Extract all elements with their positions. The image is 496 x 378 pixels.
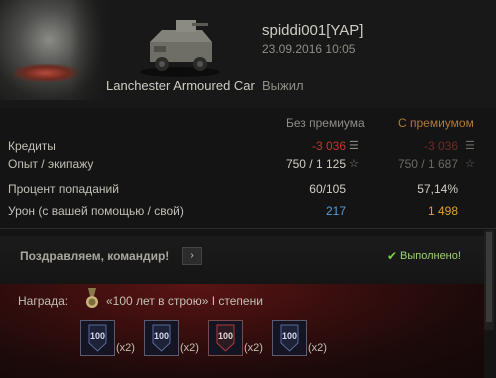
credits-premium: -3 036 (423, 139, 458, 153)
checkmark-icon: ✔ (387, 249, 398, 263)
hits-no-premium: 60/105 (309, 182, 346, 196)
scrollbar[interactable] (484, 230, 494, 330)
map-fade (70, 0, 110, 100)
stat-label: Урон (с вашей помощью / свой) (8, 204, 184, 218)
stats-row-credits: Кредиты -3 036 ☰ -3 036 ☰ (0, 136, 496, 154)
player-name: spiddi001[YAP] (262, 22, 364, 39)
reward-badge[interactable]: 100 (272, 320, 307, 356)
map-thumbnail (0, 0, 110, 100)
badge-text: 100 (218, 331, 233, 341)
column-premium: С премиумом (398, 116, 474, 130)
mission-panel: Поздравляем, командир! › ✔ Выполнено! (0, 236, 484, 284)
badge-text: 100 (90, 331, 105, 341)
badge-text: 100 (154, 331, 169, 341)
stats-row-damage: Урон (с вашей помощью / свой) 217 1 498 (0, 201, 496, 219)
reward-name: «100 лет в строю» I степени (106, 294, 263, 308)
reward-panel: Награда: «100 лет в строю» I степени 100… (0, 284, 484, 378)
badge-multiplier: (x2) (180, 342, 199, 354)
stat-label: Процент попаданий (8, 182, 119, 196)
badge-multiplier: (x2) (244, 342, 263, 354)
mission-title: Поздравляем, командир! (20, 249, 170, 263)
tank-icon (140, 20, 220, 77)
stats-row-experience: Опыт / экипажу 750 / 1 125 ☆ 750 / 1 687… (0, 154, 496, 172)
badge-multiplier: (x2) (116, 342, 135, 354)
scrollbar-thumb[interactable] (486, 232, 492, 322)
star-icon: ☆ (349, 158, 359, 170)
badge-multiplier: (x2) (308, 342, 327, 354)
chevron-badge-icon: 100 (280, 324, 299, 352)
reward-badge[interactable]: 100 (208, 320, 243, 356)
vehicle-name: Lanchester Armoured Car (106, 78, 255, 93)
mission-details-button[interactable]: › (182, 247, 202, 265)
stat-label: Опыт / экипажу (8, 157, 94, 171)
stats-row-hit-percent: Процент попаданий 60/105 57,14% (0, 179, 496, 197)
medal-icon (86, 288, 98, 308)
hits-premium: 57,14% (417, 182, 458, 196)
map-fire-effect (14, 64, 78, 82)
chevron-badge-icon: 100 (88, 324, 107, 352)
damage-own: 1 498 (427, 204, 458, 218)
reward-badge[interactable]: 100 (80, 320, 115, 356)
experience-premium: 750 / 1 687 (397, 157, 458, 171)
battle-header: spiddi001[YAP] 23.09.2016 10:05 Lanchest… (0, 0, 496, 108)
badge-text: 100 (282, 331, 297, 341)
mission-status: Выполнено! (400, 250, 461, 262)
credits-icon: ☰ (465, 140, 475, 152)
experience-no-premium: 750 / 1 125 (285, 157, 346, 171)
divider (0, 228, 496, 229)
stat-label: Кредиты (8, 139, 56, 153)
chevron-badge-icon: 100 (152, 324, 171, 352)
damage-assisted: 217 (325, 204, 346, 218)
chevron-badge-icon: 100 (216, 324, 235, 352)
star-icon: ☆ (465, 158, 475, 170)
reward-badge[interactable]: 100 (144, 320, 179, 356)
credits-no-premium: -3 036 (311, 139, 346, 153)
column-no-premium: Без премиума (286, 116, 365, 130)
reward-label: Награда: (18, 294, 69, 308)
battle-status: Выжил (262, 78, 304, 93)
battle-datetime: 23.09.2016 10:05 (262, 42, 356, 56)
credits-icon: ☰ (349, 140, 359, 152)
